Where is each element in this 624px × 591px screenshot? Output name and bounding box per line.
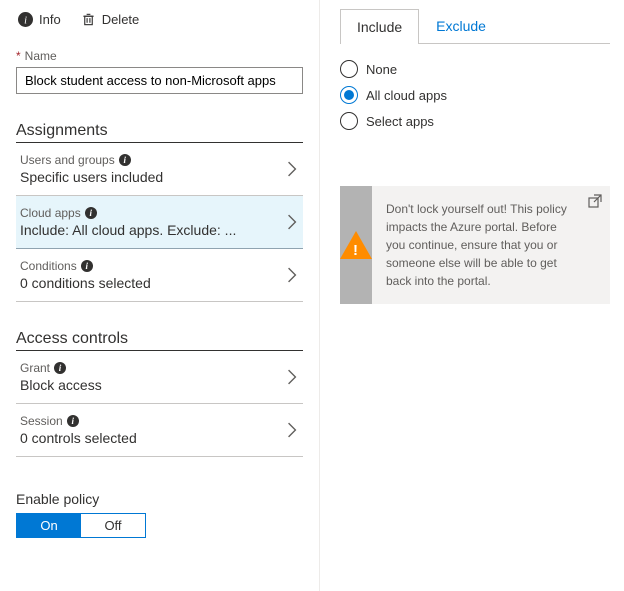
- policy-pane: i Info Delete * Name Assignments Users a…: [0, 0, 320, 591]
- radio-icon: [340, 112, 358, 130]
- assignments-heading: Assignments: [16, 122, 303, 140]
- session-item[interactable]: Sessioni 0 controls selected: [16, 404, 303, 457]
- info-button[interactable]: i Info: [16, 10, 63, 29]
- toggle-on[interactable]: On: [17, 514, 81, 537]
- apps-value: Include: All cloud apps. Exclude: ...: [20, 222, 279, 238]
- chevron-right-icon: [287, 161, 297, 177]
- radio-icon: [340, 86, 358, 104]
- grant-value: Block access: [20, 377, 279, 393]
- cloud-apps-item[interactable]: Cloud appsi Include: All cloud apps. Exc…: [16, 196, 303, 249]
- cloud-apps-detail: Include Exclude None All cloud apps Sele…: [320, 0, 624, 591]
- info-icon: i: [67, 415, 79, 427]
- info-icon: i: [18, 12, 33, 27]
- info-icon: i: [54, 362, 66, 374]
- name-label: * Name: [16, 49, 303, 63]
- enable-policy-toggle[interactable]: On Off: [16, 513, 146, 538]
- session-value: 0 controls selected: [20, 430, 279, 446]
- tab-exclude[interactable]: Exclude: [419, 8, 503, 43]
- users-value: Specific users included: [20, 169, 279, 185]
- info-icon: i: [81, 260, 93, 272]
- policy-name-input[interactable]: [16, 67, 303, 94]
- conditions-value: 0 conditions selected: [20, 275, 279, 291]
- trash-icon: [81, 12, 96, 27]
- required-asterisk: *: [16, 49, 21, 63]
- warning-icon-column: !: [340, 186, 372, 304]
- conditions-item[interactable]: Conditionsi 0 conditions selected: [16, 249, 303, 302]
- info-icon: i: [85, 207, 97, 219]
- grant-item[interactable]: Granti Block access: [16, 351, 303, 404]
- chevron-right-icon: [287, 422, 297, 438]
- svg-text:i: i: [24, 15, 27, 26]
- radio-all-cloud-apps[interactable]: All cloud apps: [340, 86, 610, 104]
- toggle-off[interactable]: Off: [81, 514, 145, 537]
- users-and-groups-item[interactable]: Users and groupsi Specific users include…: [16, 143, 303, 196]
- radio-icon: [340, 60, 358, 78]
- chevron-right-icon: [287, 267, 297, 283]
- warning-triangle-icon: !: [340, 231, 372, 259]
- radio-none[interactable]: None: [340, 60, 610, 78]
- chevron-right-icon: [287, 369, 297, 385]
- delete-button[interactable]: Delete: [79, 10, 142, 29]
- include-exclude-tabs: Include Exclude: [340, 8, 610, 44]
- chevron-right-icon: [287, 214, 297, 230]
- access-controls-heading: Access controls: [16, 330, 303, 348]
- tab-include[interactable]: Include: [340, 9, 419, 44]
- info-label: Info: [39, 12, 61, 27]
- delete-label: Delete: [102, 12, 140, 27]
- radio-select-apps[interactable]: Select apps: [340, 112, 610, 130]
- warning-text: Don't lock yourself out! This policy imp…: [372, 186, 610, 304]
- toolbar: i Info Delete: [16, 10, 303, 29]
- open-external-icon[interactable]: [588, 194, 602, 208]
- info-icon: i: [119, 154, 131, 166]
- enable-policy-label: Enable policy: [16, 491, 303, 507]
- warning-callout: ! Don't lock yourself out! This policy i…: [340, 186, 610, 304]
